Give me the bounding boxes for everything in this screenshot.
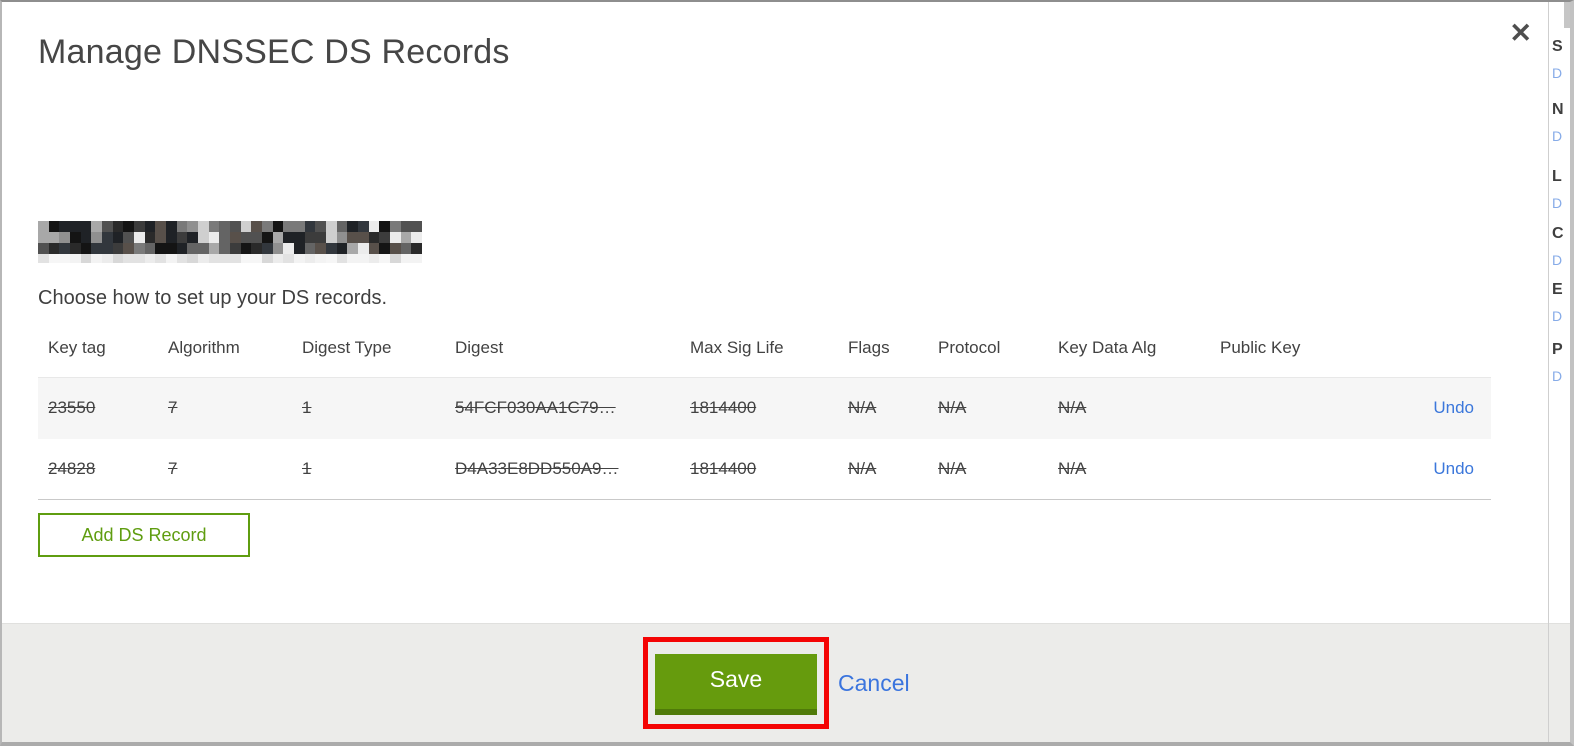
save-button[interactable]: Save	[655, 654, 817, 715]
undo-link[interactable]: Undo	[1433, 459, 1474, 478]
background-link-fragment: D	[1552, 65, 1563, 81]
background-link-fragment: D	[1552, 368, 1563, 384]
table-header-row: Key tag Algorithm Digest Type Digest Max…	[38, 332, 1491, 378]
add-ds-record-button[interactable]: Add DS Record	[38, 513, 250, 557]
key-data-alg-value: N/A	[1058, 398, 1087, 418]
column-header-public-key: Public Key	[1220, 338, 1301, 357]
background-text-fragment: L	[1552, 168, 1562, 185]
background-link-fragment: D	[1552, 308, 1563, 324]
column-header-max-sig-life: Max Sig Life	[690, 338, 784, 357]
digest-type-value: 1	[302, 458, 312, 478]
background-text-fragment: P	[1552, 341, 1563, 358]
background-link-fragment: D	[1552, 252, 1563, 268]
table-row: 23550 7 1 54FCF030AA1C79… 1814400 N/A N/…	[38, 377, 1491, 439]
table-row: 24828 7 1 D4A33E8DD550A9… 1814400 N/A N/…	[38, 438, 1491, 500]
column-header-flags: Flags	[848, 338, 890, 357]
flags-value: N/A	[848, 458, 877, 478]
key-data-alg-value: N/A	[1058, 458, 1087, 478]
instruction-text: Choose how to set up your DS records.	[38, 287, 388, 309]
column-header-protocol: Protocol	[938, 338, 1001, 357]
digest-type-value: 1	[302, 398, 312, 418]
background-link-fragment: D	[1552, 195, 1563, 211]
red-highlight-annotation: Save	[643, 637, 829, 729]
screenshot-frame: Manage DNSSEC DS Records ✕ Choose how to…	[0, 0, 1574, 746]
undo-link[interactable]: Undo	[1433, 398, 1474, 417]
column-header-key-data-alg: Key Data Alg	[1058, 338, 1157, 357]
cancel-link[interactable]: Cancel	[838, 670, 910, 697]
max-sig-life-value: 1814400	[690, 398, 757, 418]
ds-records-table: Key tag Algorithm Digest Type Digest Max…	[38, 332, 1491, 500]
background-link-fragment: D	[1552, 128, 1563, 144]
background-text-fragment: N	[1552, 101, 1564, 118]
background-text-fragment: E	[1552, 281, 1563, 298]
background-text-fragment: C	[1552, 225, 1564, 242]
scrollbar-thumb[interactable]	[1564, 2, 1570, 28]
manage-dnssec-modal: Manage DNSSEC DS Records ✕ Choose how to…	[2, 2, 1548, 742]
column-header-key-tag: Key tag	[48, 338, 106, 357]
background-text-fragment: S	[1552, 38, 1563, 55]
modal-title: Manage DNSSEC DS Records	[38, 33, 510, 71]
max-sig-life-value: 1814400	[690, 458, 757, 478]
protocol-value: N/A	[938, 458, 967, 478]
redacted-domain-name	[38, 221, 422, 263]
algorithm-value: 7	[168, 458, 178, 478]
flags-value: N/A	[848, 398, 877, 418]
modal-footer: Save Cancel	[2, 623, 1548, 742]
background-footer-strip	[1549, 623, 1570, 742]
column-header-digest-type: Digest Type	[302, 338, 392, 357]
digest-value: 54FCF030AA1C79…	[455, 398, 616, 418]
column-header-digest: Digest	[455, 338, 504, 357]
column-header-actions	[1370, 332, 1491, 378]
key-tag-value: 23550	[48, 398, 96, 418]
key-tag-value: 24828	[48, 458, 96, 478]
column-header-algorithm: Algorithm	[168, 338, 240, 357]
algorithm-value: 7	[168, 398, 178, 418]
digest-value: D4A33E8DD550A9…	[455, 458, 619, 478]
close-icon[interactable]: ✕	[1509, 20, 1532, 47]
protocol-value: N/A	[938, 398, 967, 418]
background-page-strip: SDNDLDCDEDPD	[1548, 2, 1570, 742]
